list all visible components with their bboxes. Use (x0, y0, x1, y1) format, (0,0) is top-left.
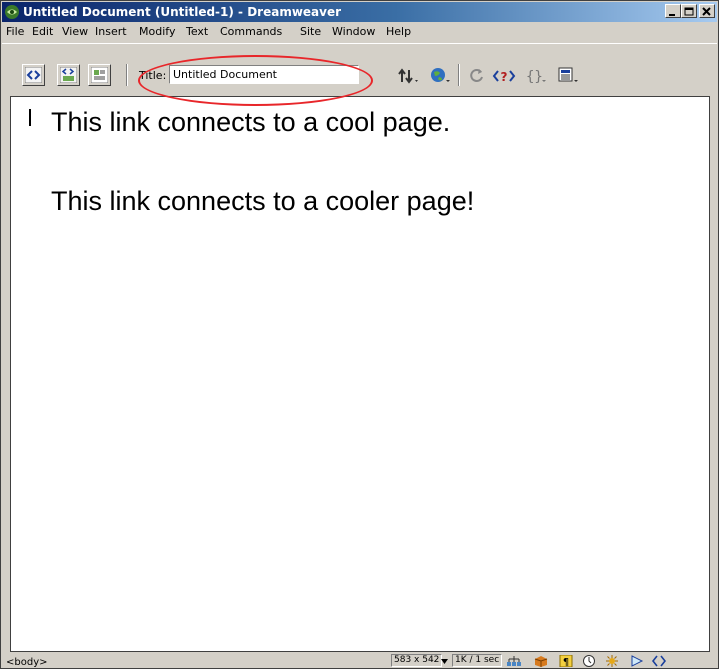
design-view-button[interactable] (88, 64, 111, 86)
view-options-icon[interactable] (557, 67, 579, 84)
menu-bar: File Edit View Insert Modify Text Comman… (2, 23, 717, 42)
toolbar-separator (126, 64, 128, 86)
css-styles-icon[interactable] (582, 655, 596, 667)
design-view-icon (91, 67, 108, 83)
title-label: Title: (139, 69, 167, 82)
menu-window[interactable]: Window (332, 25, 375, 39)
paragraph-link-1[interactable]: This link connects to a cool page. (51, 107, 450, 138)
close-icon (702, 7, 711, 16)
code-design-view-button[interactable] (57, 64, 80, 86)
history-icon[interactable] (630, 655, 644, 667)
chevron-down-icon[interactable] (441, 659, 449, 665)
html-styles-icon[interactable]: ¶ (559, 655, 573, 667)
text-cursor (29, 109, 31, 126)
code-navigation-icon[interactable]: {} (526, 68, 548, 84)
menu-site[interactable]: Site (300, 25, 321, 39)
menu-modify[interactable]: Modify (139, 25, 175, 39)
code-inspector-icon[interactable] (652, 655, 666, 667)
maximize-icon (684, 7, 694, 16)
document-design-view[interactable]: This link connects to a cool page. This … (10, 96, 710, 652)
code-view-button[interactable] (22, 64, 45, 86)
menu-help[interactable]: Help (386, 25, 411, 39)
menu-file[interactable]: File (6, 25, 24, 39)
minimize-button[interactable] (665, 4, 681, 18)
minimize-icon (669, 14, 675, 16)
code-view-icon (25, 67, 42, 83)
paragraph-link-2[interactable]: This link connects to a cooler page! (51, 186, 474, 217)
title-bar[interactable]: Untitled Document (Untitled-1) - Dreamwe… (2, 2, 717, 22)
menu-insert[interactable]: Insert (95, 25, 127, 39)
site-icon[interactable] (507, 655, 521, 667)
svg-text:?: ? (501, 70, 508, 84)
menu-edit[interactable]: Edit (32, 25, 53, 39)
window-title: Untitled Document (Untitled-1) - Dreamwe… (23, 5, 342, 19)
document-title-input[interactable] (169, 65, 359, 84)
document-toolbar: Title: ? {} (2, 43, 717, 96)
menu-text[interactable]: Text (186, 25, 208, 39)
toolbar-separator (458, 64, 460, 86)
tag-selector-body[interactable]: <body> (6, 657, 48, 668)
dreamweaver-logo-icon (5, 5, 19, 19)
assets-icon[interactable] (534, 655, 548, 667)
reference-icon[interactable]: ? (492, 68, 516, 84)
file-management-icon[interactable] (398, 68, 420, 84)
svg-text:{}: {} (526, 69, 543, 84)
menu-view[interactable]: View (62, 25, 88, 39)
behaviors-icon[interactable] (605, 655, 619, 667)
preview-browser-icon[interactable] (430, 67, 452, 84)
close-button[interactable] (699, 4, 715, 18)
code-design-view-icon (60, 67, 77, 83)
window-size-readout[interactable]: 583 x 542 (391, 654, 443, 667)
svg-text:¶: ¶ (563, 657, 569, 667)
status-bar: <body> 583 x 542 1K / 1 sec ¶ (2, 653, 717, 668)
dreamweaver-window: Untitled Document (Untitled-1) - Dreamwe… (0, 0, 719, 669)
menu-commands[interactable]: Commands (220, 25, 282, 39)
download-time-readout: 1K / 1 sec (452, 654, 503, 667)
maximize-button[interactable] (681, 4, 697, 18)
refresh-icon[interactable] (469, 68, 485, 84)
